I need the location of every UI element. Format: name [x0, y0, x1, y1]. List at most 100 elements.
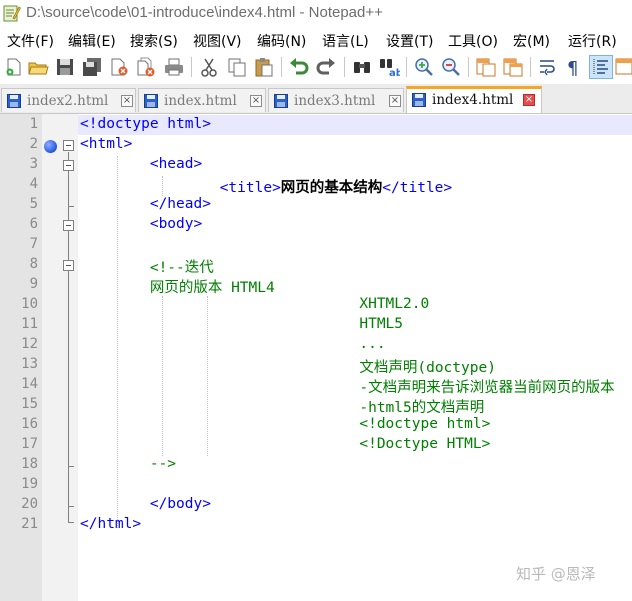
- menu-language[interactable]: 语言(L): [322, 31, 369, 51]
- line-number: 5: [29, 196, 38, 212]
- title-text-token: 网页的基本结构: [280, 180, 383, 196]
- notepad-plus-plus-app-icon[interactable]: [3, 4, 21, 22]
- code-line: <!doctype html>: [80, 416, 490, 432]
- svg-text:ab: ab: [389, 68, 400, 78]
- menu-edit[interactable]: 编辑(E): [68, 31, 116, 51]
- bookmark-margin[interactable]: [42, 114, 60, 601]
- code-line: <body>: [80, 216, 202, 232]
- menu-file[interactable]: 文件(F): [7, 31, 54, 51]
- toolbar: ab ¶: [0, 51, 632, 84]
- tab-index3-html[interactable]: index3.html ×: [268, 88, 404, 112]
- fold-end-marker: [68, 206, 74, 207]
- line-number: 3: [29, 156, 38, 172]
- comment-token: 网页的版本 HTML4: [80, 280, 275, 296]
- tab-close-icon[interactable]: ×: [121, 95, 133, 107]
- fold-end-marker: [68, 466, 74, 467]
- line-number: 14: [21, 376, 38, 392]
- toolbar-separator: [468, 57, 469, 77]
- find-icon[interactable]: [351, 56, 373, 78]
- code-editor[interactable]: 1 2 3 4 5 6 7 8 9 10 11 12 13 14 15 16 17 18 19 20 21 <!doct…: [0, 114, 632, 601]
- tab-index4-html[interactable]: index4.html ×: [406, 86, 542, 113]
- comment-token: HTML5: [80, 316, 404, 332]
- tab-index-html[interactable]: index.html ×: [138, 88, 266, 112]
- fold-toggle-icon[interactable]: [63, 140, 74, 151]
- tab-close-icon[interactable]: ×: [523, 94, 535, 106]
- code-line: <title>网页的基本结构</title>: [80, 176, 452, 197]
- code-line: <!--迭代: [80, 256, 214, 277]
- line-number-gutter: 1 2 3 4 5 6 7 8 9 10 11 12 13 14 15 16 17 18 19 20 21: [0, 114, 43, 601]
- bookmark-icon[interactable]: [44, 140, 57, 153]
- tab-close-icon[interactable]: ×: [389, 95, 401, 107]
- tag-token: <html>: [80, 136, 133, 152]
- tag-token: </head>: [80, 196, 211, 212]
- tab-label: index.html: [164, 93, 237, 109]
- code-line: -html5的文档声明: [80, 396, 484, 417]
- code-line: <!doctype html>: [80, 116, 211, 132]
- line-number: 21: [21, 516, 38, 532]
- new-file-icon[interactable]: [3, 56, 25, 78]
- code-line: <!Doctype HTML>: [80, 436, 490, 452]
- close-icon[interactable]: [108, 56, 130, 78]
- line-number: 4: [29, 176, 38, 192]
- replace-icon[interactable]: ab: [378, 56, 400, 78]
- fold-toggle-icon[interactable]: [63, 160, 74, 171]
- comment-token: -html5的文档声明: [80, 400, 485, 416]
- tag-token: <body>: [80, 216, 203, 232]
- paste-icon[interactable]: [253, 56, 275, 78]
- code-line: <html>: [80, 136, 132, 152]
- line-number: 6: [29, 216, 38, 232]
- code-line: </body>: [80, 496, 211, 512]
- fold-margin[interactable]: [60, 114, 78, 601]
- save-icon[interactable]: [54, 56, 76, 78]
- line-number: 13: [21, 356, 38, 372]
- save-all-icon[interactable]: [81, 56, 103, 78]
- comment-token: -文档声明来告诉浏览器当前网页的版本: [80, 380, 615, 396]
- sync-vertical-icon[interactable]: [475, 56, 497, 78]
- fold-toggle-icon[interactable]: [63, 260, 74, 271]
- fold-end-marker: [68, 506, 74, 507]
- redo-icon[interactable]: [315, 56, 337, 78]
- show-all-chars-icon[interactable]: ¶: [562, 56, 584, 78]
- doc-map-icon[interactable]: [614, 56, 632, 78]
- indent-guide-icon[interactable]: [589, 55, 613, 79]
- fold-end-marker: [68, 522, 74, 523]
- tag-token: </body>: [80, 496, 211, 512]
- close-all-icon[interactable]: [135, 56, 157, 78]
- code-line: HTML5: [80, 316, 403, 332]
- tag-token: <title>: [80, 180, 281, 196]
- copy-icon[interactable]: [226, 56, 248, 78]
- cut-icon[interactable]: [198, 56, 220, 78]
- code-line: -->: [80, 456, 176, 472]
- tab-label: index4.html: [432, 92, 514, 108]
- saved-file-icon: [274, 94, 288, 108]
- toolbar-separator: [281, 57, 282, 77]
- comment-token: <!doctype html>: [80, 416, 491, 432]
- toolbar-separator: [344, 57, 345, 77]
- menu-tools[interactable]: 工具(O): [448, 31, 498, 51]
- comment-token: ...: [80, 336, 386, 352]
- code-line: 文档声明(doctype): [80, 356, 496, 377]
- menu-view[interactable]: 视图(V): [193, 31, 242, 51]
- toolbar-separator: [530, 57, 531, 77]
- saved-file-icon: [412, 93, 426, 107]
- sync-horizontal-icon[interactable]: [502, 56, 524, 78]
- open-folder-icon[interactable]: [27, 56, 49, 78]
- fold-toggle-icon[interactable]: [63, 220, 74, 231]
- tab-index2-html[interactable]: index2.html ×: [1, 88, 136, 112]
- zoom-in-icon[interactable]: [413, 56, 435, 78]
- comment-token: <!--迭代: [80, 260, 214, 276]
- tab-bar: index2.html × index.html × index3.html ×…: [0, 84, 632, 114]
- menu-macro[interactable]: 宏(M): [513, 31, 550, 51]
- menu-search[interactable]: 搜索(S): [130, 31, 178, 51]
- print-icon[interactable]: [163, 56, 185, 78]
- word-wrap-icon[interactable]: [537, 56, 559, 78]
- zoom-out-icon[interactable]: [440, 56, 462, 78]
- undo-icon[interactable]: [288, 56, 310, 78]
- code-line: ...: [80, 336, 386, 352]
- menu-run[interactable]: 运行(R): [568, 31, 617, 51]
- tab-close-icon[interactable]: ×: [250, 95, 262, 107]
- line-number: 11: [21, 316, 38, 332]
- menu-encoding[interactable]: 编码(N): [257, 31, 306, 51]
- menu-settings[interactable]: 设置(T): [386, 31, 433, 51]
- code-line: </head>: [80, 196, 211, 212]
